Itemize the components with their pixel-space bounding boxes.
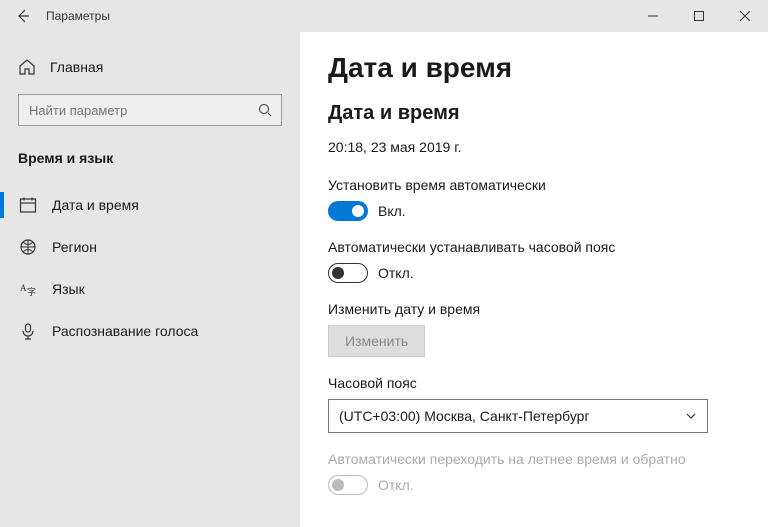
search-box[interactable] [18,94,282,126]
search-input[interactable] [19,103,249,118]
category-header: Время и язык [0,144,300,184]
auto-time-toggle[interactable] [328,201,368,221]
nav-item-label: Дата и время [52,197,139,213]
auto-tz-toggle[interactable] [328,263,368,283]
auto-time-state: Вкл. [378,203,406,219]
dst-state: Откл. [378,477,414,493]
nav-speech[interactable]: Распознавание голоса [0,310,300,352]
nav-language[interactable]: A字 Язык [0,268,300,310]
home-icon [18,58,36,76]
maximize-button[interactable] [676,0,722,32]
current-datetime: 20:18, 23 мая 2019 г. [328,139,740,155]
nav-date-time[interactable]: Дата и время [0,184,300,226]
nav-item-label: Распознавание голоса [52,323,198,339]
auto-tz-label: Автоматически устанавливать часовой пояс [328,239,740,255]
home-nav[interactable]: Главная [0,50,300,84]
window-title: Параметры [46,9,110,23]
nav-item-label: Регион [52,239,97,255]
close-button[interactable] [722,0,768,32]
close-icon [740,11,750,21]
back-button[interactable] [0,0,46,32]
timezone-label: Часовой пояс [328,375,740,391]
minimize-button[interactable] [630,0,676,32]
change-dt-label: Изменить дату и время [328,301,740,317]
timezone-select[interactable]: (UTC+03:00) Москва, Санкт-Петербург [328,399,708,433]
svg-text:字: 字 [27,286,36,297]
chevron-down-icon [685,410,697,422]
sidebar: Главная Время и язык Дата и время [0,32,300,527]
content-pane: Дата и время Дата и время 20:18, 23 мая … [300,32,768,527]
section-title: Дата и время [328,102,740,125]
microphone-icon [18,322,38,340]
nav-list: Дата и время Регион A字 Язык [0,184,300,352]
search-icon [249,103,281,117]
maximize-icon [694,11,704,21]
minimize-icon [648,11,658,21]
arrow-left-icon [15,8,31,24]
auto-tz-state: Откл. [378,265,414,281]
calendar-clock-icon [18,196,38,214]
change-button: Изменить [328,325,425,357]
nav-region[interactable]: Регион [0,226,300,268]
dst-toggle [328,475,368,495]
settings-window: Параметры Главная [0,0,768,527]
svg-text:A: A [20,283,27,293]
globe-icon [18,238,38,256]
nav-item-label: Язык [52,281,85,297]
page-title: Дата и время [328,52,740,84]
titlebar: Параметры [0,0,768,32]
language-icon: A字 [18,280,38,298]
home-label: Главная [50,59,103,75]
auto-time-label: Установить время автоматически [328,177,740,193]
dst-label: Автоматически переходить на летнее время… [328,451,740,467]
timezone-value: (UTC+03:00) Москва, Санкт-Петербург [339,408,590,424]
